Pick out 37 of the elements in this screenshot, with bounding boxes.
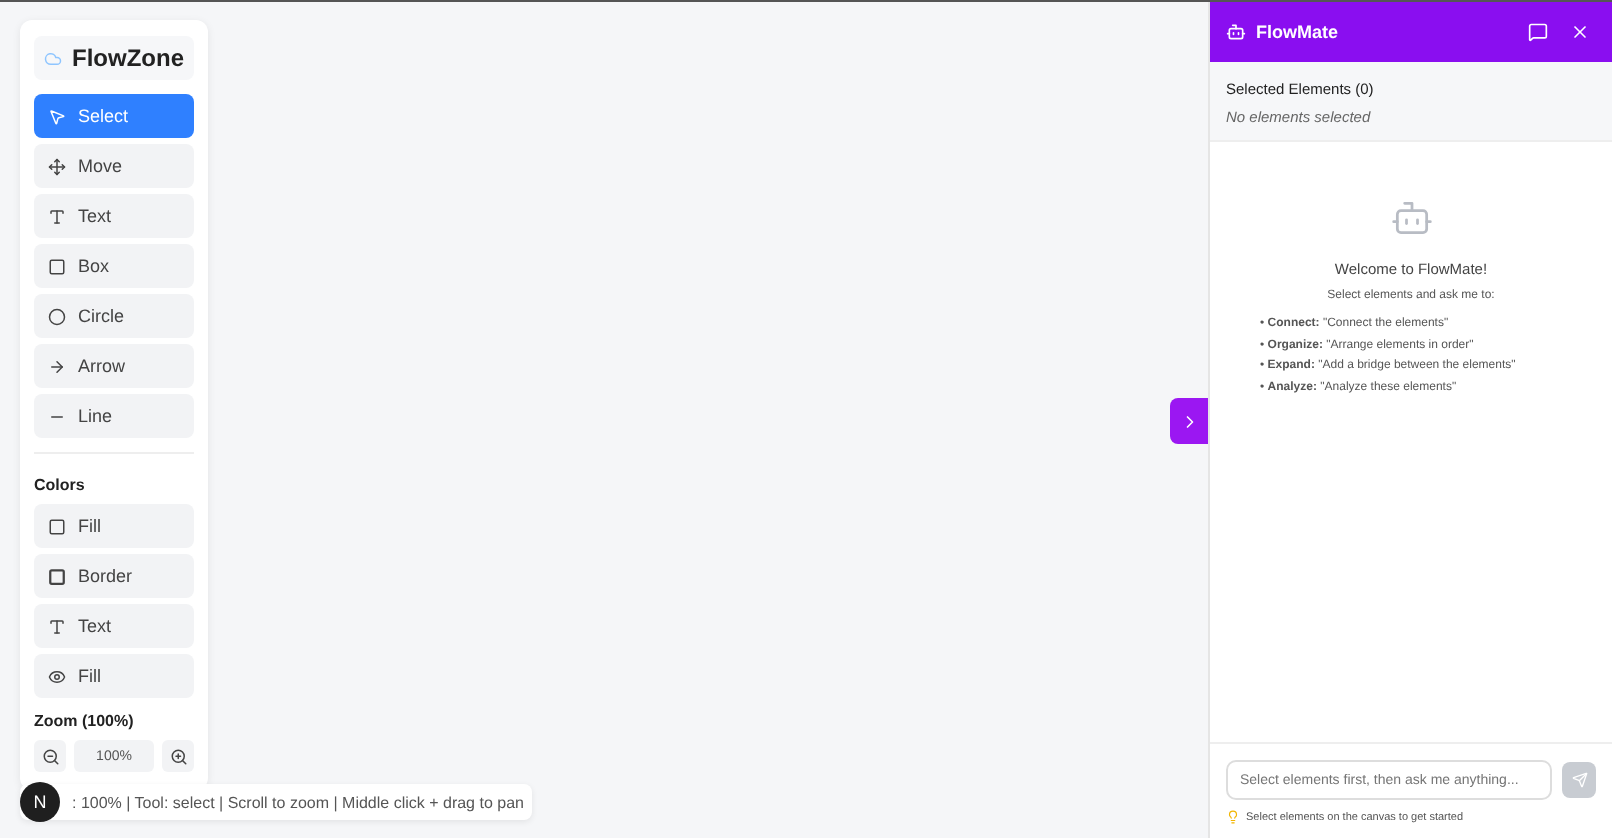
section-heading: Colors (34, 476, 87, 494)
tool-button[interactable]: Select (34, 94, 194, 138)
tool-button[interactable]: Arrow (34, 344, 194, 388)
move-icon (48, 157, 66, 175)
eye-icon (48, 667, 66, 685)
tool-button[interactable]: Circle (34, 294, 194, 338)
pointer-icon (48, 107, 66, 125)
square-icon (48, 257, 66, 275)
square-icon (48, 517, 66, 535)
arrow-icon (48, 357, 66, 375)
logo-text: FlowZone (72, 44, 184, 72)
color-button[interactable]: Text (34, 604, 194, 648)
zoom-in-button[interactable] (162, 740, 194, 772)
tool-button[interactable]: Text (34, 194, 194, 238)
square-icon (48, 567, 66, 585)
color-button[interactable]: Border (34, 554, 194, 598)
section-heading: Zoom (100%) (34, 712, 136, 730)
send-icon (1571, 772, 1587, 788)
panel-toggle-button[interactable] (1170, 398, 1208, 444)
close-icon (1570, 22, 1590, 42)
tool-button[interactable]: Move (34, 144, 194, 188)
cloud-icon (44, 47, 62, 69)
color-button[interactable]: Fill (34, 504, 194, 548)
zoom-in-icon (169, 747, 187, 765)
tool-button[interactable]: Box (34, 244, 194, 288)
zoom-out-button[interactable] (34, 740, 66, 772)
color-button[interactable]: Fill (34, 654, 194, 698)
tool-button[interactable]: Line (34, 394, 194, 438)
robot-icon (1226, 22, 1246, 42)
circle-icon (48, 307, 66, 325)
chat-icon (1528, 22, 1548, 42)
lightbulb-icon (1226, 810, 1240, 824)
text-icon (48, 617, 66, 635)
panel-title: FlowMate (1256, 22, 1341, 42)
robot-icon (1389, 196, 1433, 240)
zoom-out-icon (41, 747, 59, 765)
text-icon (48, 207, 66, 225)
